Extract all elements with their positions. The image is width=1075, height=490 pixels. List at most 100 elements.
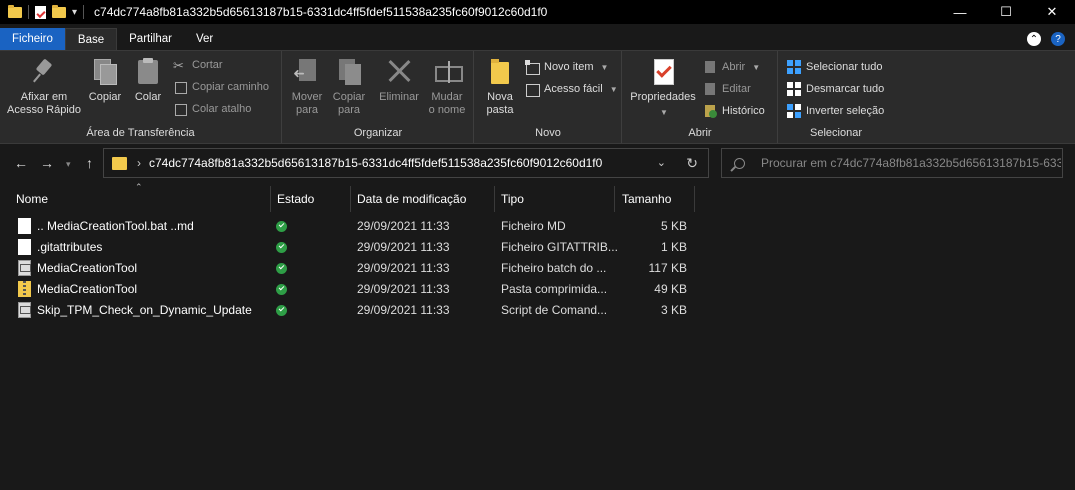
- file-name: .gitattributes: [37, 240, 103, 254]
- history-icon: [703, 104, 717, 118]
- maximize-button[interactable]: ☐: [983, 0, 1029, 24]
- file-row[interactable]: .. MediaCreationTool.bat ..md 29/09/2021…: [0, 216, 700, 237]
- file-type: Ficheiro batch do ...: [501, 261, 607, 275]
- chevron-down-icon: ▼: [609, 84, 618, 94]
- select-none-icon: [787, 82, 801, 96]
- column-divider[interactable]: [614, 186, 615, 212]
- new-folder-quick-icon[interactable]: [52, 4, 66, 18]
- batch-file-icon: [18, 260, 31, 276]
- file-row[interactable]: .gitattributes 29/09/2021 11:33 Ficheiro…: [0, 237, 700, 258]
- select-none-button[interactable]: Desmarcar tudo: [787, 82, 884, 96]
- group-label: Novo: [535, 127, 561, 139]
- file-size: 5 KB: [660, 219, 687, 233]
- tab-file[interactable]: Ficheiro: [0, 28, 65, 50]
- file-row[interactable]: Skip_TPM_Check_on_Dynamic_Update 29/09/2…: [0, 300, 700, 321]
- close-button[interactable]: ✕: [1029, 0, 1075, 24]
- file-name: Skip_TPM_Check_on_Dynamic_Update: [37, 303, 252, 317]
- file-type: Pasta comprimida...: [501, 282, 608, 296]
- column-divider[interactable]: [350, 186, 351, 212]
- file-row[interactable]: MediaCreationTool 29/09/2021 11:33 Fiche…: [0, 258, 700, 279]
- easy-access-button[interactable]: Acesso fácil ▼: [525, 82, 618, 97]
- column-divider[interactable]: [270, 186, 271, 212]
- refresh-icon[interactable]: ↻: [686, 155, 698, 172]
- back-arrow-icon[interactable]: ←: [14, 155, 28, 171]
- column-header-status[interactable]: Estado: [277, 186, 314, 212]
- column-header-type[interactable]: Tipo: [501, 186, 524, 212]
- tab-home[interactable]: Base: [64, 28, 118, 50]
- customize-quick-access-dropdown[interactable]: ▾: [72, 7, 77, 18]
- search-placeholder[interactable]: Procurar em c74dc774a8fb81a332b5d6561318…: [761, 156, 1061, 170]
- delete-button[interactable]: Eliminar: [377, 57, 421, 104]
- new-item-button[interactable]: Novo item ▼: [525, 60, 609, 75]
- pin-icon: [30, 57, 58, 85]
- column-header-modified[interactable]: Data de modificação: [357, 186, 466, 212]
- sync-status-ok-icon: [276, 263, 287, 274]
- group-label: Selecionar: [810, 127, 862, 139]
- pin-quick-access-button[interactable]: Afixar em Acesso Rápido: [6, 57, 82, 117]
- select-all-button[interactable]: Selecionar tudo: [787, 60, 882, 74]
- document-icon: [18, 239, 31, 255]
- search-icon: [734, 157, 745, 169]
- sync-status-ok-icon: [276, 305, 287, 316]
- copy-path-icon: [173, 80, 187, 94]
- tab-share[interactable]: Partilhar: [117, 28, 184, 50]
- properties-quick-icon[interactable]: [35, 5, 46, 19]
- collapse-ribbon-icon[interactable]: ⌃: [1027, 32, 1041, 46]
- copy-to-icon: [335, 57, 363, 85]
- properties-button[interactable]: Propriedades ▼: [627, 57, 699, 119]
- address-path[interactable]: c74dc774a8fb81a332b5d65613187b15-6331dc4…: [149, 156, 602, 170]
- copy-icon: [91, 57, 119, 85]
- open-button[interactable]: Abrir ▼: [703, 60, 760, 74]
- file-name: MediaCreationTool: [37, 282, 138, 296]
- file-size: 1 KB: [660, 240, 687, 254]
- new-group: Nova pasta Novo item ▼ Acesso fácil ▼ No…: [475, 51, 622, 143]
- delete-icon: [385, 57, 413, 85]
- move-to-icon: [293, 57, 321, 85]
- search-box[interactable]: Procurar em c74dc774a8fb81a332b5d6561318…: [721, 148, 1063, 178]
- column-header-name[interactable]: Nome: [16, 186, 48, 212]
- column-header-size[interactable]: Tamanho: [622, 186, 671, 212]
- navigation-bar: ← → ▾ ↑ › c74dc774a8fb81a332b5d65613187b…: [0, 145, 1075, 181]
- select-group: Selecionar tudo Desmarcar tudo Inverter …: [779, 51, 893, 143]
- new-folder-button[interactable]: Nova pasta: [481, 57, 519, 117]
- window-controls: — ☐ ✕: [937, 0, 1075, 24]
- minimize-button[interactable]: —: [937, 0, 983, 24]
- paste-shortcut-button[interactable]: Colar atalho: [173, 102, 251, 116]
- address-history-dropdown-icon[interactable]: ⌄: [657, 156, 666, 169]
- chevron-down-icon: ▼: [660, 108, 668, 117]
- rename-icon: [433, 57, 463, 85]
- forward-arrow-icon[interactable]: →: [40, 155, 54, 171]
- history-button[interactable]: Histórico: [703, 104, 765, 118]
- folder-icon: [112, 156, 127, 170]
- easy-access-icon: [525, 82, 540, 97]
- window-title: c74dc774a8fb81a332b5d65613187b15-6331dc4…: [94, 5, 548, 19]
- file-modified: 29/09/2021 11:33: [357, 303, 450, 317]
- recent-locations-dropdown-icon[interactable]: ▾: [66, 159, 71, 170]
- invert-selection-button[interactable]: Inverter seleção: [787, 104, 884, 118]
- rename-button[interactable]: Mudar o nome: [425, 57, 469, 117]
- sync-status-ok-icon: [276, 284, 287, 295]
- paste-button[interactable]: Colar: [130, 57, 166, 104]
- clipboard-icon: [134, 57, 162, 85]
- move-to-button[interactable]: Mover para: [287, 57, 327, 117]
- cut-button[interactable]: ✂ Cortar: [173, 58, 223, 73]
- properties-icon: [649, 57, 677, 85]
- edit-icon: [703, 82, 717, 96]
- chevron-down-icon: ▼: [600, 62, 609, 72]
- column-divider[interactable]: [694, 186, 695, 212]
- ribbon: Afixar em Acesso Rápido Copiar Colar ✂ C…: [0, 50, 1075, 144]
- tab-view[interactable]: Ver: [184, 28, 225, 50]
- edit-button[interactable]: Editar: [703, 82, 751, 96]
- new-item-icon: [525, 60, 540, 75]
- separator: [83, 5, 85, 19]
- chevron-right-icon[interactable]: ›: [137, 156, 141, 170]
- copy-path-button[interactable]: Copiar caminho: [173, 80, 269, 94]
- copy-to-button[interactable]: Copiar para: [329, 57, 369, 117]
- column-divider[interactable]: [494, 186, 495, 212]
- copy-button[interactable]: Copiar: [84, 57, 126, 104]
- address-bar[interactable]: › c74dc774a8fb81a332b5d65613187b15-6331d…: [103, 148, 709, 178]
- help-icon[interactable]: ?: [1051, 32, 1065, 46]
- up-arrow-icon[interactable]: ↑: [86, 155, 93, 171]
- file-name: .. MediaCreationTool.bat ..md: [37, 219, 194, 233]
- file-row[interactable]: MediaCreationTool 29/09/2021 11:33 Pasta…: [0, 279, 700, 300]
